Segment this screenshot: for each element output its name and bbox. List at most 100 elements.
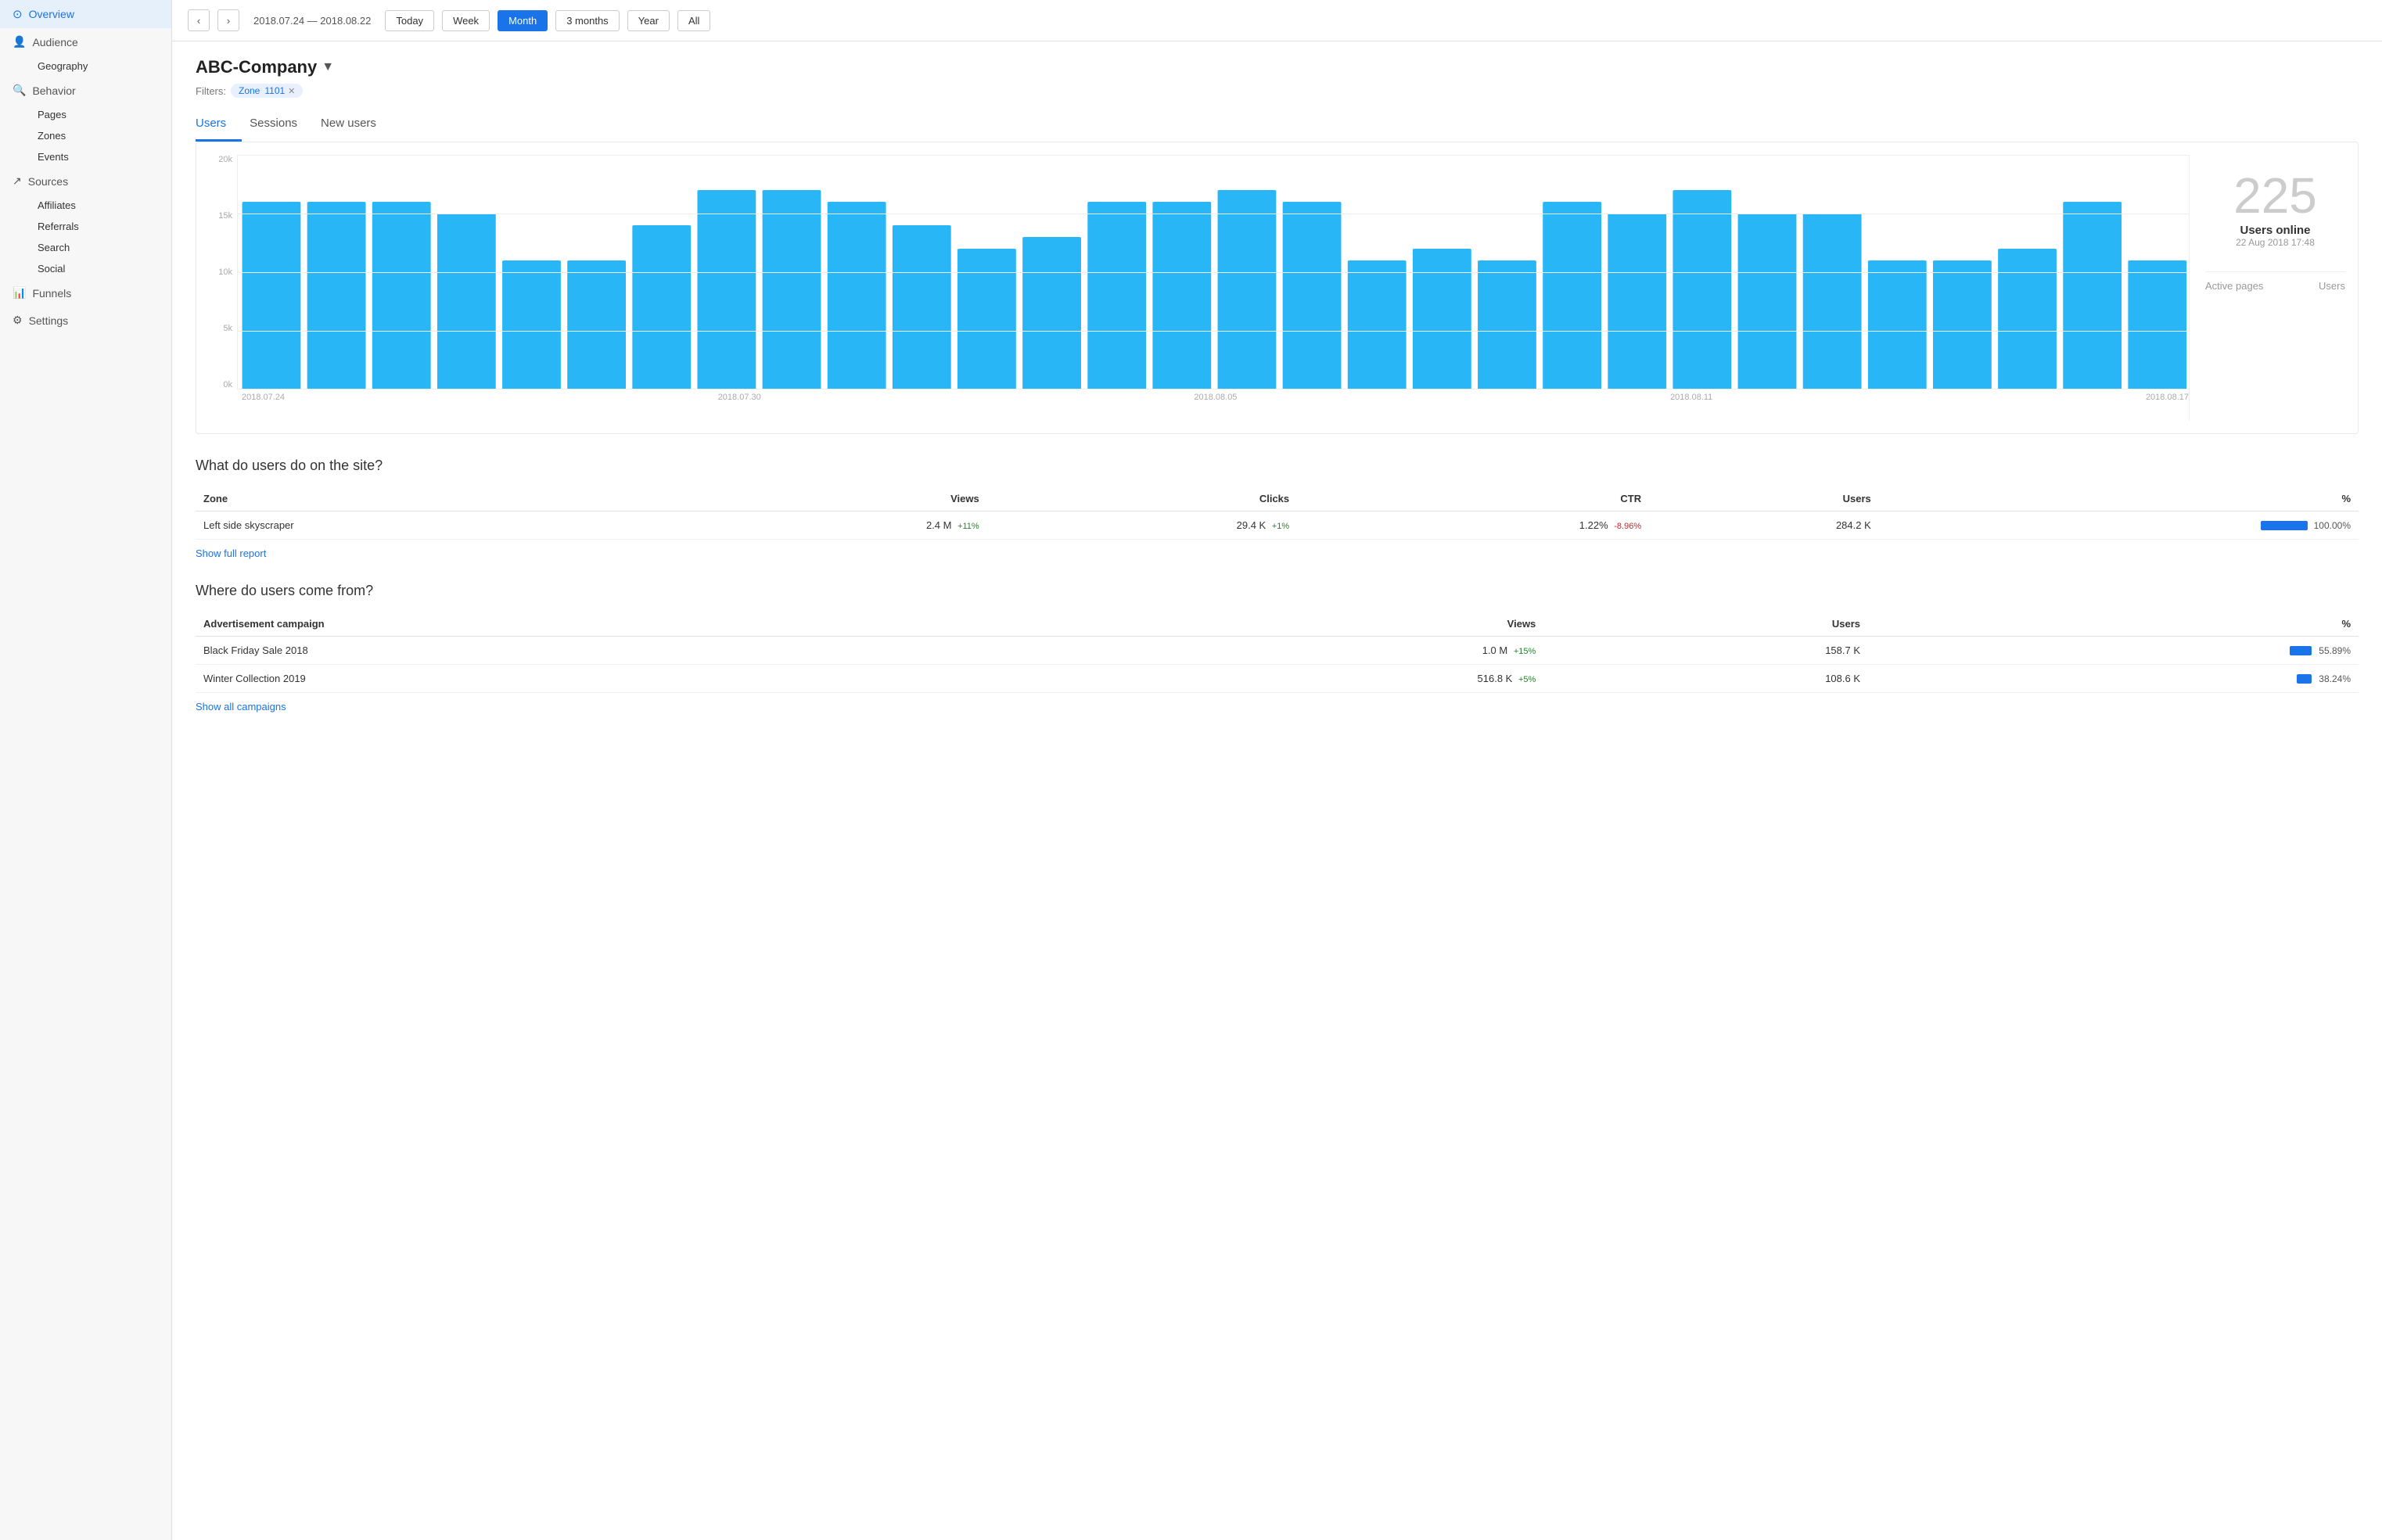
prev-button[interactable]: ‹: [188, 9, 210, 31]
zones-title: What do users do on the site?: [196, 458, 2359, 474]
main-content: ‹ › 2018.07.24 — 2018.08.22 Today Week M…: [172, 0, 2382, 1540]
filters-label: Filters:: [196, 85, 226, 97]
campaign-pct: 55.89%: [1868, 637, 2359, 665]
col-zone: Zone: [196, 486, 676, 512]
filter-badge-zone: Zone 1101 ✕: [231, 84, 303, 98]
zone-clicks: 29.4 K +1%: [987, 512, 1297, 540]
sidebar-item-referrals[interactable]: Referrals: [30, 216, 171, 237]
x-label-2: 2018.07.30: [718, 393, 761, 402]
tab-users[interactable]: Users: [196, 110, 242, 142]
table-row: Winter Collection 2019 516.8 K +5% 108.6…: [196, 665, 2359, 693]
col-campaign: Advertisement campaign: [196, 612, 1069, 637]
overview-icon: ⊙: [13, 7, 23, 21]
zone-views: 2.4 M +11%: [676, 512, 986, 540]
settings-icon: ⚙: [13, 314, 23, 327]
sidebar-item-affiliates[interactable]: Affiliates: [30, 195, 171, 216]
campaign-users: 108.6 K: [1543, 665, 1868, 693]
active-pages-users: Users: [2319, 280, 2345, 292]
col-clicks: Clicks: [987, 486, 1297, 512]
zone-pct-text: 100.00%: [2314, 520, 2351, 531]
col-camp-users: Users: [1543, 612, 1868, 637]
campaigns-title: Where do users come from?: [196, 583, 2359, 599]
content-area: ABC-Company ▼ Filters: Zone 1101 ✕ Users…: [172, 41, 2382, 752]
chart-right-panel: 225 Users online 22 Aug 2018 17:48 Activ…: [2189, 155, 2345, 421]
sidebar-item-zones[interactable]: Zones: [30, 125, 171, 146]
show-full-report-link[interactable]: Show full report: [196, 547, 266, 559]
zones-table-header: Zone Views Clicks CTR Users %: [196, 486, 2359, 512]
campaigns-table-header: Advertisement campaign Views Users %: [196, 612, 2359, 637]
sidebar-item-funnels[interactable]: 📊 Funnels: [0, 279, 171, 307]
tab-new-users[interactable]: New users: [321, 110, 392, 142]
y-label-20k: 20k: [209, 155, 232, 164]
y-label-5k: 5k: [209, 324, 232, 333]
filter-close[interactable]: ✕: [288, 86, 295, 96]
sidebar-item-overview[interactable]: ⊙ Overview: [0, 0, 171, 28]
next-button[interactable]: ›: [217, 9, 239, 31]
audience-icon: 👤: [13, 35, 26, 48]
zones-table: Zone Views Clicks CTR Users % Left side …: [196, 486, 2359, 540]
campaign-users: 158.7 K: [1543, 637, 1868, 665]
x-labels: 2018.07.24 2018.07.30 2018.08.05 2018.08…: [209, 389, 2189, 402]
chart-section: 20k 15k 10k 5k 0k: [196, 142, 2359, 434]
zone-ctr: 1.22% -8.96%: [1297, 512, 1649, 540]
users-online-label: Users online: [2240, 224, 2310, 237]
year-button[interactable]: Year: [627, 10, 670, 31]
chart-tabs: Users Sessions New users: [196, 110, 2359, 142]
month-button[interactable]: Month: [498, 10, 548, 31]
campaigns-section: Where do users come from? Advertisement …: [196, 583, 2359, 713]
active-pages-header: Active pages Users: [2205, 271, 2345, 292]
campaign-views: 1.0 M +15%: [1069, 637, 1543, 665]
topbar: ‹ › 2018.07.24 — 2018.08.22 Today Week M…: [172, 0, 2382, 41]
sidebar: ⊙ Overview 👤 Audience Geography 🔍 Behavi…: [0, 0, 172, 1540]
campaign-views: 516.8 K +5%: [1069, 665, 1543, 693]
x-label-3: 2018.08.05: [1194, 393, 1237, 402]
x-label-1: 2018.07.24: [242, 393, 285, 402]
zone-pct: 100.00%: [1879, 512, 2359, 540]
sidebar-item-geography[interactable]: Geography: [30, 56, 171, 77]
table-row: Left side skyscraper 2.4 M +11% 29.4 K +…: [196, 512, 2359, 540]
zone-users: 284.2 K: [1649, 512, 1879, 540]
table-row: Black Friday Sale 2018 1.0 M +15% 158.7 …: [196, 637, 2359, 665]
x-label-4: 2018.08.11: [1670, 393, 1712, 402]
y-label-0k: 0k: [209, 380, 232, 389]
sidebar-item-pages[interactable]: Pages: [30, 104, 171, 125]
sidebar-item-search[interactable]: Search: [30, 237, 171, 258]
campaign-name: Winter Collection 2019: [196, 665, 1069, 693]
sources-icon: ↗: [13, 174, 22, 188]
sidebar-item-behavior[interactable]: 🔍 Behavior: [0, 77, 171, 104]
col-camp-pct: %: [1868, 612, 2359, 637]
sidebar-sub-audience: Geography: [0, 56, 171, 77]
company-dropdown[interactable]: ▼: [322, 60, 334, 74]
all-button[interactable]: All: [677, 10, 710, 31]
date-range: 2018.07.24 — 2018.08.22: [253, 15, 371, 27]
week-button[interactable]: Week: [442, 10, 490, 31]
campaign-name: Black Friday Sale 2018: [196, 637, 1069, 665]
behavior-icon: 🔍: [13, 84, 26, 97]
page-header: ABC-Company ▼: [196, 57, 2359, 77]
campaign-pct-text: 38.24%: [2318, 673, 2351, 684]
zones-section: What do users do on the site? Zone Views…: [196, 458, 2359, 559]
users-online-count: 225: [2233, 171, 2317, 221]
3months-button[interactable]: 3 months: [555, 10, 619, 31]
sidebar-item-audience[interactable]: 👤 Audience: [0, 28, 171, 56]
sidebar-item-events[interactable]: Events: [30, 146, 171, 167]
today-button[interactable]: Today: [385, 10, 434, 31]
zone-bar: [2261, 521, 2308, 530]
chart-area: 20k 15k 10k 5k 0k: [209, 155, 2189, 421]
tab-sessions[interactable]: Sessions: [250, 110, 313, 142]
col-views: Views: [676, 486, 986, 512]
sidebar-item-settings[interactable]: ⚙ Settings: [0, 307, 171, 334]
sidebar-item-sources[interactable]: ↗ Sources: [0, 167, 171, 195]
campaigns-table: Advertisement campaign Views Users % Bla…: [196, 612, 2359, 693]
filters-row: Filters: Zone 1101 ✕: [196, 84, 2359, 98]
campaign-pct: 38.24%: [1868, 665, 2359, 693]
sidebar-item-social[interactable]: Social: [30, 258, 171, 279]
campaign-bar: [2290, 646, 2312, 655]
col-users: Users: [1649, 486, 1879, 512]
y-label-15k: 15k: [209, 211, 232, 221]
col-ctr: CTR: [1297, 486, 1649, 512]
show-all-campaigns-link[interactable]: Show all campaigns: [196, 701, 286, 713]
funnels-icon: 📊: [13, 286, 26, 300]
active-pages-label: Active pages: [2205, 280, 2263, 292]
y-label-10k: 10k: [209, 267, 232, 277]
